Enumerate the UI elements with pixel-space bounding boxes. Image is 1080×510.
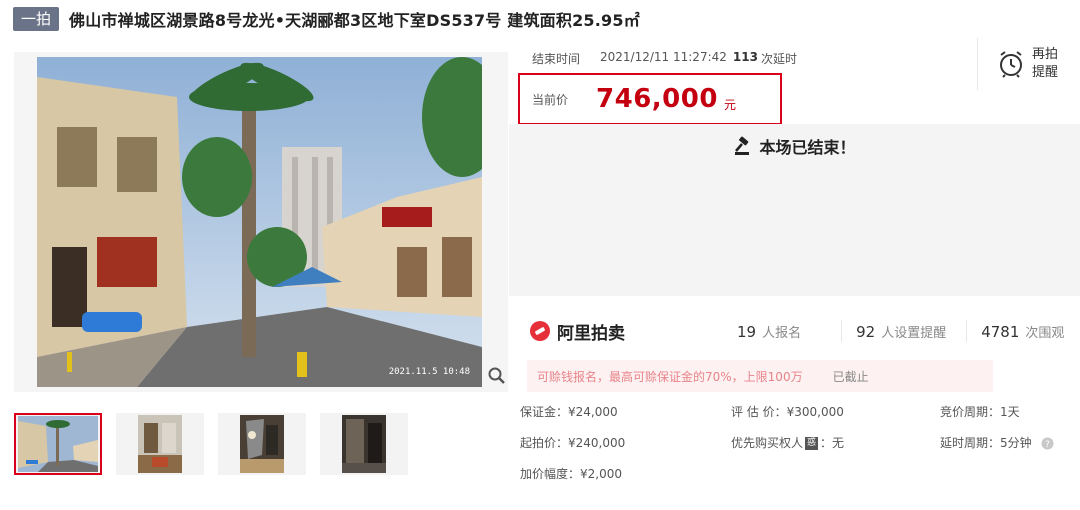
divider [841,320,843,342]
thumbnail-3[interactable] [218,413,306,475]
credit-signup-message: 可赊钱报名，最高可赊保证金的70%，上限100万 [537,369,803,384]
page-header: 一拍 佛山市禅城区湖景路8号龙光•天湖郦都3区地下室DS537号 建筑面积25.… [13,5,640,33]
platform-logo[interactable]: 阿里拍卖 [529,319,709,344]
current-price-value: 746,000 [596,84,718,114]
main-photo-viewer[interactable]: 2021.11.5 10:48 [14,52,508,392]
stat-reminders: 92 人设置提醒 [856,322,946,341]
thumbnail-image [18,416,98,472]
thumbnail-2[interactable] [116,413,204,475]
help-icon[interactable]: ? [1041,437,1054,450]
appraisal-price: 评 估 价：¥300,000 [731,405,844,419]
stat-views: 4781 次围观 [981,322,1064,341]
bid-cycle: 竞价周期：1天 [940,405,1020,419]
ali-auction-logo-icon [530,321,550,341]
street-scene-image [37,57,482,387]
stat-label: 人报名 [762,325,802,341]
main-photo[interactable]: 2021.11.5 10:48 [37,57,482,387]
alarm-clock-icon [1000,51,1022,78]
credit-signup-status: 已截止 [832,369,869,384]
zoom-icon[interactable] [488,367,506,385]
auction-ended-message: 本场已结束！ [509,134,1080,158]
thumbnail-4[interactable] [320,413,408,475]
current-price-box: 当前价 746,000 元 [518,73,782,125]
end-time-row: 结束时间 2021/12/11 11:27:42 113 次延时 [532,50,797,67]
rebid-reminder-button[interactable]: 再拍提醒 [977,38,1079,90]
deposit: 保证金：¥24,000 [520,405,618,419]
thumbnail-image [138,415,182,473]
thumbnail-image [342,415,386,473]
stat-value: 92 [856,322,876,341]
starting-price: 起拍价：¥240,000 [520,436,626,450]
info-tag-icon[interactable]: 惑 [805,437,819,450]
thumbnail-strip [14,413,408,475]
bid-increment: 加价幅度：¥2,000 [520,467,622,481]
stat-value: 4781 [981,322,1020,341]
delay-label: 次延时 [760,52,797,66]
delay-cycle-text: 延时周期：5分钟 [940,436,1032,450]
end-time-value: 2021/12/11 11:27:42 [600,50,727,64]
stat-label: 人设置提醒 [881,325,947,341]
gavel-icon [735,136,750,155]
platform-logo-text: 阿里拍卖 [557,323,625,344]
current-price-label: 当前价 [532,92,569,107]
auction-ended-text: 本场已结束！ [759,138,856,157]
priority-buyer-value: ：无 [820,436,845,450]
divider [966,320,968,342]
stats-row: 阿里拍卖 19 人报名 92 人设置提醒 4781 次围观 [509,302,1080,360]
delay-count: 113 [732,50,758,64]
priority-buyer-label: 优先购买权人 [731,436,804,450]
credit-signup-notice: 可赊钱报名，最高可赊保证金的70%，上限100万 已截止 [527,360,993,392]
thumbnail-1[interactable] [14,413,102,475]
stat-value: 19 [737,322,757,341]
svg-text:?: ? [1046,440,1051,450]
auction-round-badge: 一拍 [13,7,60,31]
rebid-reminder-label: 再拍提醒 [1032,47,1059,80]
end-time-label: 结束时间 [532,52,581,66]
stat-label: 次围观 [1025,325,1065,341]
auction-status-panel: 本场已结束！ [509,124,1080,296]
stat-registered: 19 人报名 [737,322,801,341]
photo-timestamp: 2021.11.5 10:48 [388,367,470,377]
priority-buyer: 优先购买权人惑：无 [731,434,844,451]
page-title: 佛山市禅城区湖景路8号龙光•天湖郦都3区地下室DS537号 建筑面积25.95㎡ [69,11,640,30]
delay-cycle: 延时周期：5分钟 ? [940,434,1054,451]
thumbnail-image [240,415,284,473]
current-price-unit: 元 [723,97,736,112]
